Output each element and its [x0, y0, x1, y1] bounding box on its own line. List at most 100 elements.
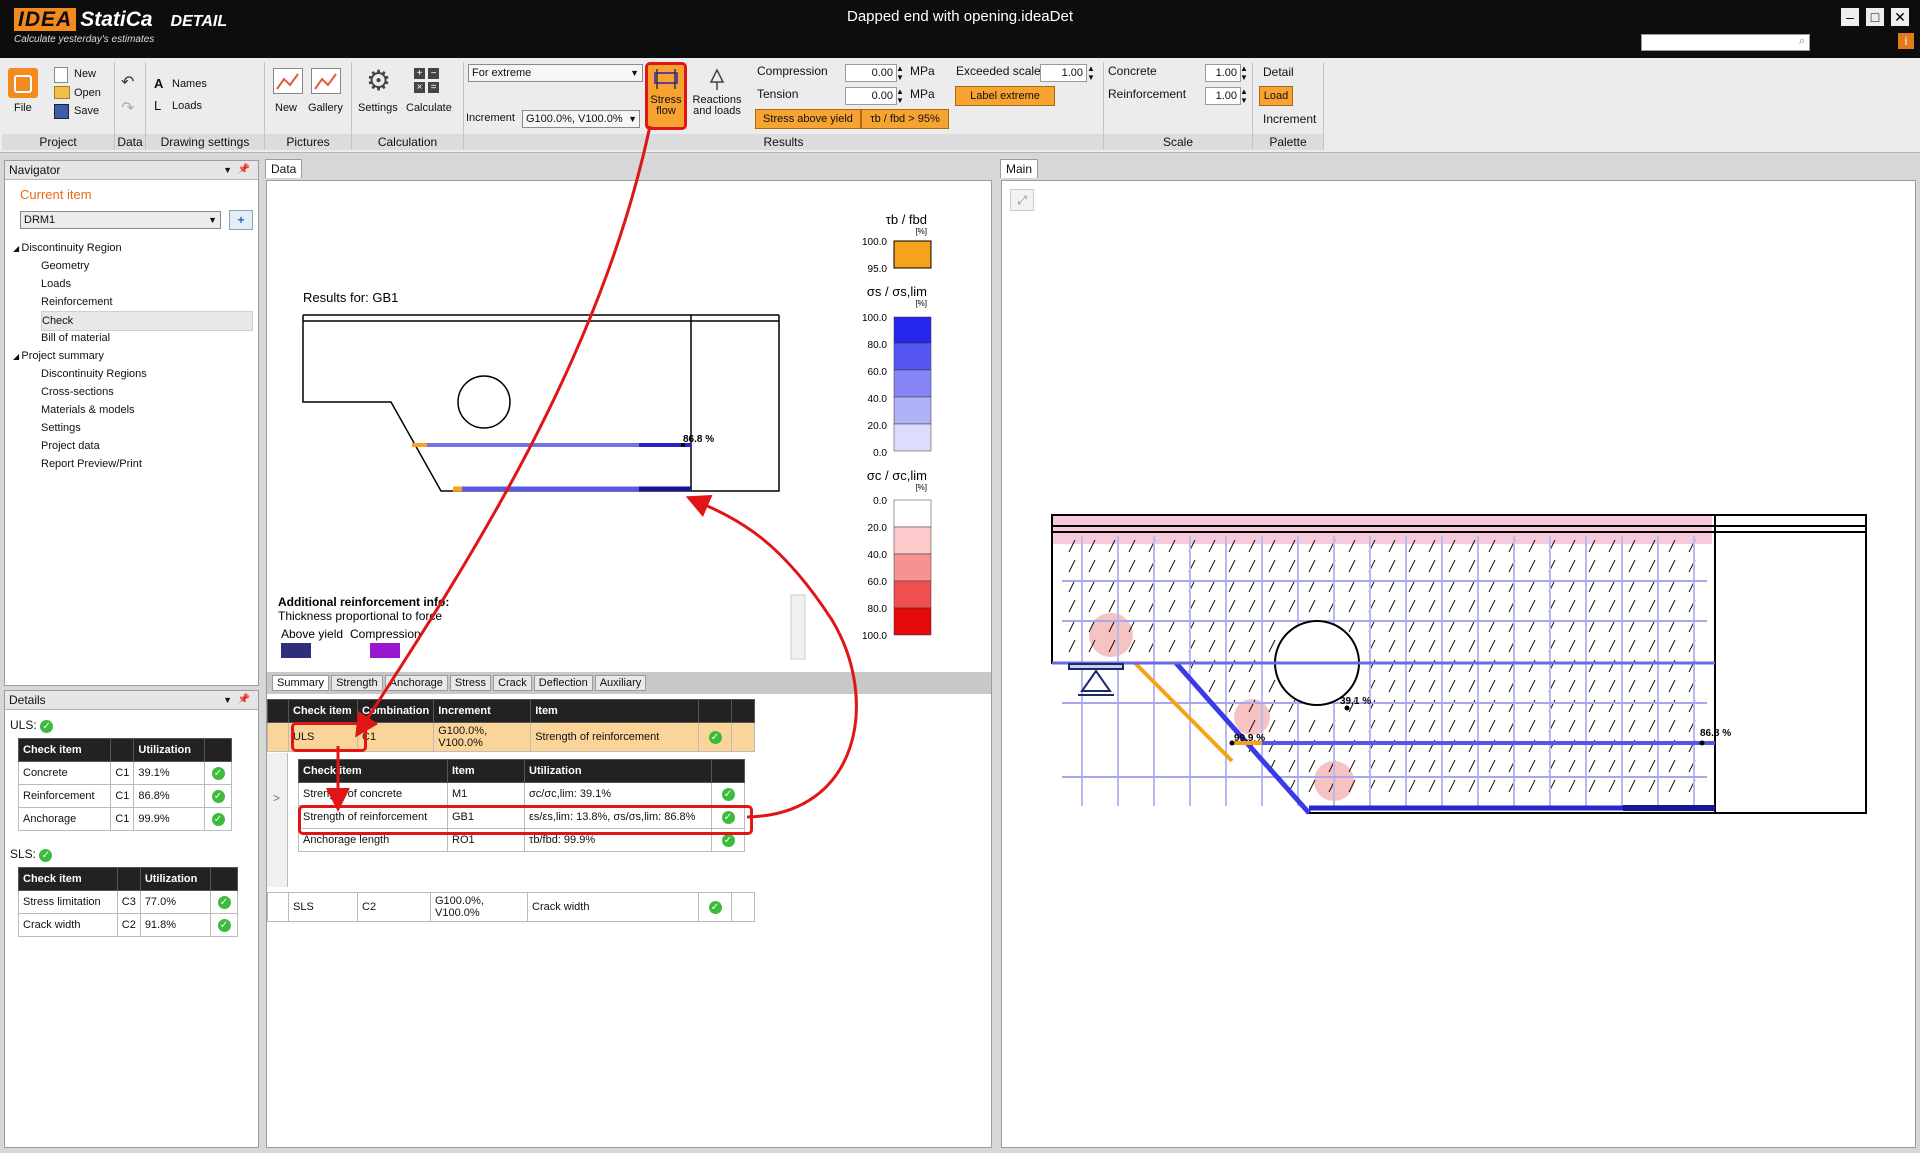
maximize-button[interactable]: □	[1866, 8, 1884, 26]
legend-ss-title: σs / σs,lim	[867, 284, 927, 299]
table-row[interactable]: Anchorage C1 99.9% ✓	[17, 807, 232, 831]
exceeded-scale-input[interactable]: 1.00	[1040, 64, 1087, 82]
sls-status: SLS: ✓	[10, 847, 53, 862]
open-button[interactable]: Open	[74, 87, 101, 99]
table-row[interactable]: Concrete C1 39.1% ✓	[17, 761, 232, 785]
col-comb	[116, 867, 141, 891]
group-title-palette: Palette	[1253, 134, 1323, 150]
uls-status-cell: ✓	[698, 722, 732, 752]
crack-mark	[1288, 759, 1296, 773]
chevron-down-icon[interactable]: ▼	[223, 161, 232, 179]
palette-increment-button[interactable]: Increment	[1263, 112, 1316, 126]
nav-item-3[interactable]: Reinforcement	[41, 293, 251, 311]
crack-mark	[1128, 559, 1136, 573]
exceeded-scale-spinner[interactable]: ▲ ▼	[1087, 64, 1095, 82]
undo-icon[interactable]: ↶	[121, 72, 134, 92]
group-title-drawing: Drawing settings	[146, 134, 264, 150]
new-project-button[interactable]: New	[74, 68, 96, 80]
pin-icon[interactable]: 📌	[238, 691, 250, 709]
tab-data[interactable]: Data	[265, 159, 303, 178]
concrete-scale-spinner[interactable]: ▲ ▼	[1240, 64, 1248, 82]
tab-auxiliary[interactable]: Auxiliary	[594, 675, 647, 691]
tab-summary[interactable]: Summary	[272, 675, 330, 691]
increment-select[interactable]: G100.0%, V100.0% ▼	[522, 110, 640, 128]
nav-item-12[interactable]: Report Preview/Print	[41, 455, 251, 473]
table-row[interactable]: Reinforcement C1 86.8% ✓	[17, 784, 232, 808]
nav-item-1[interactable]: Geometry	[41, 257, 251, 275]
table-row[interactable]: Stress limitation C3 77.0% ✓	[18, 890, 238, 914]
stress-flow-button[interactable]: Stress flow	[645, 62, 687, 130]
nav-item-5[interactable]: Bill of material	[41, 329, 251, 347]
tab-deflection[interactable]: Deflection	[533, 675, 593, 691]
close-button[interactable]: ✕	[1891, 8, 1909, 26]
table-row[interactable]: Crack width C2 91.8% ✓	[18, 913, 238, 937]
cell-comb: C1	[110, 761, 135, 785]
crack-mark	[1268, 559, 1276, 573]
add-item-button[interactable]: +	[229, 210, 253, 230]
palette-detail-button[interactable]: Detail	[1263, 65, 1294, 79]
nav-item-4[interactable]: Check	[41, 311, 253, 331]
file-button[interactable]: File	[14, 102, 32, 114]
expand-icon[interactable]: >	[273, 791, 280, 805]
nav-item-10[interactable]: Settings	[41, 419, 251, 437]
calculate-button[interactable]: Calculate	[406, 102, 452, 114]
tab-strength[interactable]: Strength	[331, 675, 383, 691]
nav-item-11[interactable]: Project data	[41, 437, 251, 455]
minimize-button[interactable]: –	[1841, 8, 1859, 26]
save-button[interactable]: Save	[74, 105, 99, 117]
table-row[interactable]: Strength of concrete M1 σc/σc,lim: 39.1% ✓	[298, 782, 745, 806]
reinforcement-scale-input[interactable]: 1.00	[1205, 87, 1241, 105]
check-icon: ✓	[721, 787, 735, 801]
current-item-select[interactable]: DRM1 ▼	[20, 211, 221, 229]
palette-load-button[interactable]: Load	[1259, 86, 1293, 106]
crack-mark	[1608, 639, 1616, 653]
redo-icon[interactable]: ↷	[121, 98, 134, 118]
chevron-down-icon[interactable]: ▼	[223, 691, 232, 709]
nav-item-8[interactable]: Cross-sections	[41, 383, 251, 401]
tab-main[interactable]: Main	[1000, 159, 1039, 178]
calculator-icon: + − × =	[414, 68, 440, 94]
loads-button[interactable]: Loads	[172, 100, 202, 112]
sub-col-utilization: Utilization	[524, 759, 712, 783]
file-icon[interactable]	[8, 68, 38, 98]
search-input[interactable]: ⌕	[1641, 34, 1810, 51]
nav-item-6[interactable]: ◢ Project summary	[13, 347, 243, 365]
row-expander[interactable]	[267, 722, 289, 752]
nav-item-2[interactable]: Loads	[41, 275, 251, 293]
gallery-button[interactable]: Gallery	[308, 102, 343, 114]
concrete-scale-input[interactable]: 1.00	[1205, 64, 1241, 82]
tension-spinner[interactable]: ▲ ▼	[896, 87, 904, 105]
crack-mark	[1428, 559, 1436, 573]
reinforcement-scale-spinner[interactable]: ▲ ▼	[1240, 87, 1248, 105]
tab-crack[interactable]: Crack	[493, 675, 532, 691]
new-picture-button[interactable]: New	[275, 102, 297, 114]
result-mode-select[interactable]: For extreme ▼	[468, 64, 643, 82]
settings-button[interactable]: Settings	[358, 102, 398, 114]
tab-anchorage[interactable]: Anchorage	[384, 675, 448, 691]
tab-stress[interactable]: Stress	[449, 675, 492, 691]
table-row-sls[interactable]: SLS C2 G100.0%, V100.0% Crack width ✓	[267, 892, 755, 922]
compression-node-mid	[1234, 699, 1270, 735]
tension-input[interactable]: 0.00	[845, 87, 897, 105]
chevron-down-icon: ▼	[208, 215, 217, 225]
data-scrollbar[interactable]	[790, 594, 806, 660]
nav-item-0[interactable]: ◢ Discontinuity Region	[13, 239, 243, 257]
nav-item-7[interactable]: Discontinuity Regions	[41, 365, 251, 383]
pin-icon[interactable]: 📌	[238, 161, 250, 179]
info-button[interactable]: i	[1898, 33, 1914, 49]
compression-spinner[interactable]: ▲ ▼	[896, 64, 904, 82]
window-title: Dapped end with opening.ideaDet	[846, 8, 1073, 25]
tension-unit: MPa	[910, 87, 935, 101]
nav-item-9[interactable]: Materials & models	[41, 401, 251, 419]
row-expander[interactable]	[267, 892, 289, 922]
compression-swatch	[370, 643, 400, 658]
reactions-button[interactable]: Reactions and loads	[690, 64, 744, 120]
crack-mark	[1388, 679, 1396, 693]
compression-input[interactable]: 0.00	[845, 64, 897, 82]
tb-fbd-button[interactable]: τb / fbd > 95%	[861, 109, 949, 129]
stress-above-yield-button[interactable]: Stress above yield	[755, 109, 861, 129]
crack-mark	[1668, 639, 1676, 653]
crack-mark	[1568, 679, 1576, 693]
names-button[interactable]: Names	[172, 78, 207, 90]
label-extreme-button[interactable]: Label extreme	[955, 86, 1055, 106]
